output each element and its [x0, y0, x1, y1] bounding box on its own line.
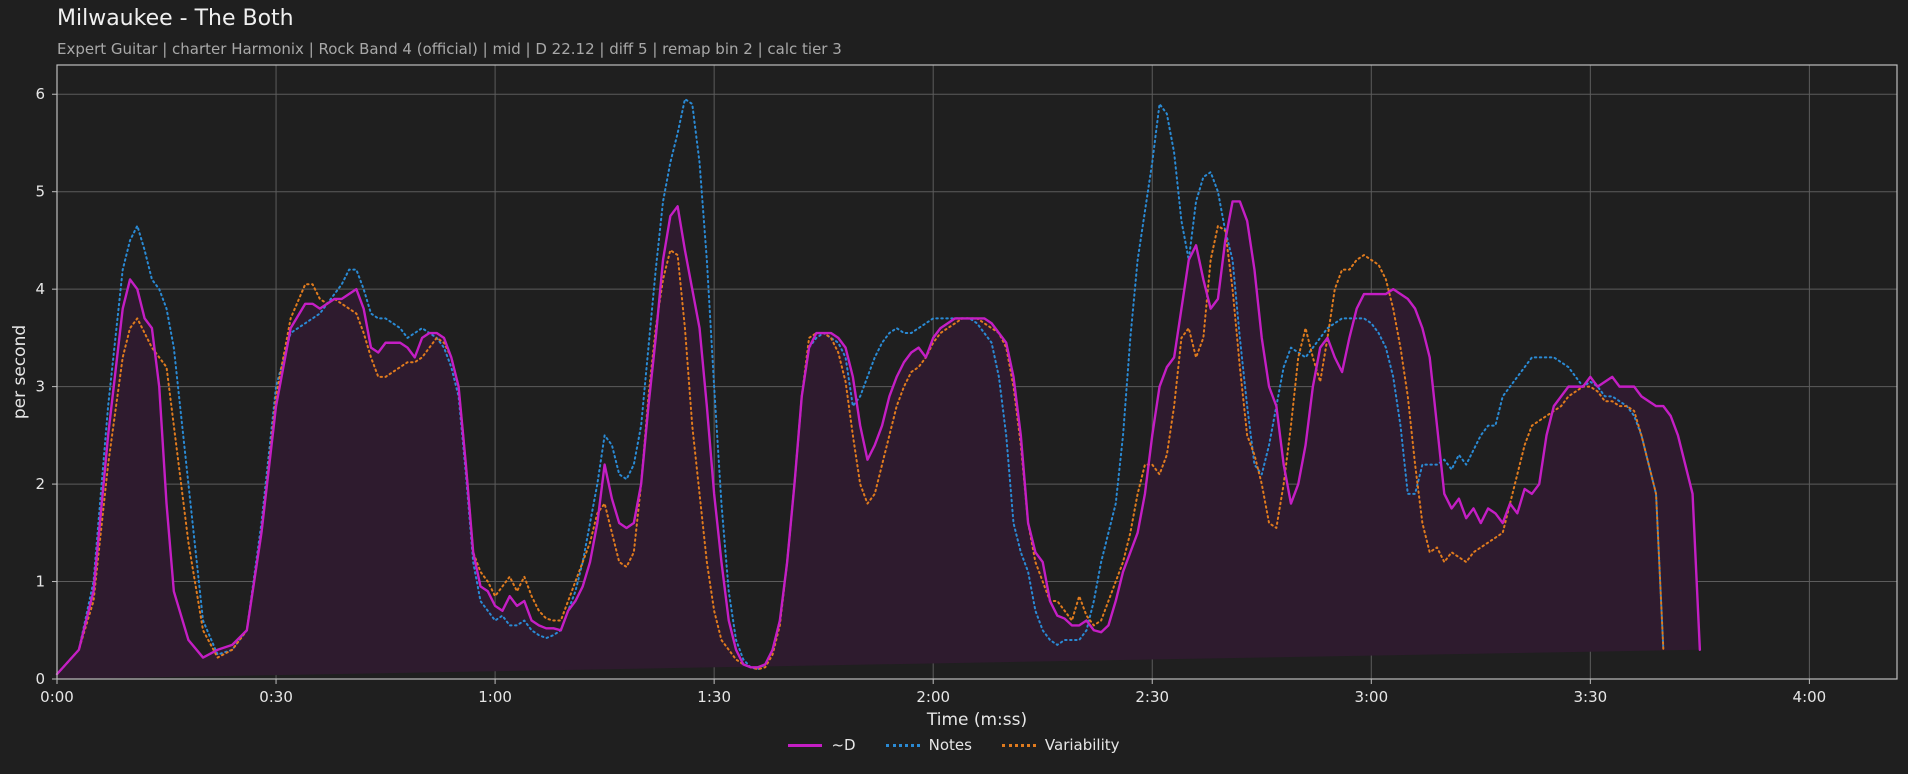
y-tick-label: 1	[35, 573, 45, 591]
legend-label-variability: Variability	[1044, 736, 1120, 754]
series-d-area	[57, 201, 1700, 679]
legend-item-variability: Variability	[1001, 736, 1120, 754]
y-axis-label: per second	[10, 325, 30, 419]
x-tick-label: 3:30	[1573, 688, 1607, 706]
y-tick-label: 6	[35, 85, 45, 103]
legend-label-d: ~D	[831, 736, 856, 754]
y-tick-label: 5	[35, 183, 45, 201]
y-tick-label: 0	[35, 670, 45, 688]
legend-item-notes: Notes	[885, 736, 972, 754]
x-tick-label: 1:30	[697, 688, 731, 706]
chart-canvas: 0:00 0:30 1:00 1:30 2:00 2:30 3:00 3:30 4:00 0 1 2 3…	[10, 64, 1898, 730]
legend-swatch-variability	[1001, 743, 1036, 747]
y-tick-label: 3	[35, 378, 45, 396]
x-tick-label: 4:00	[1793, 688, 1827, 706]
x-tick-label: 1:00	[478, 688, 512, 706]
legend: ~D Notes Variability	[0, 736, 1908, 754]
legend-item-d: ~D	[788, 736, 856, 754]
x-tick-label: 0:00	[40, 688, 74, 706]
x-tick-label: 3:00	[1354, 688, 1388, 706]
legend-swatch-d	[788, 743, 823, 747]
x-tick-label: 2:30	[1135, 688, 1169, 706]
y-tick-label: 4	[35, 280, 45, 298]
x-tick-label: 0:30	[259, 688, 293, 706]
x-axis-label: Time (m:ss)	[926, 710, 1027, 730]
legend-label-notes: Notes	[928, 736, 972, 754]
y-tick-label: 2	[35, 475, 45, 493]
fill-layer	[57, 201, 1700, 679]
x-tick-label: 2:00	[916, 688, 950, 706]
legend-swatch-notes	[885, 743, 920, 747]
